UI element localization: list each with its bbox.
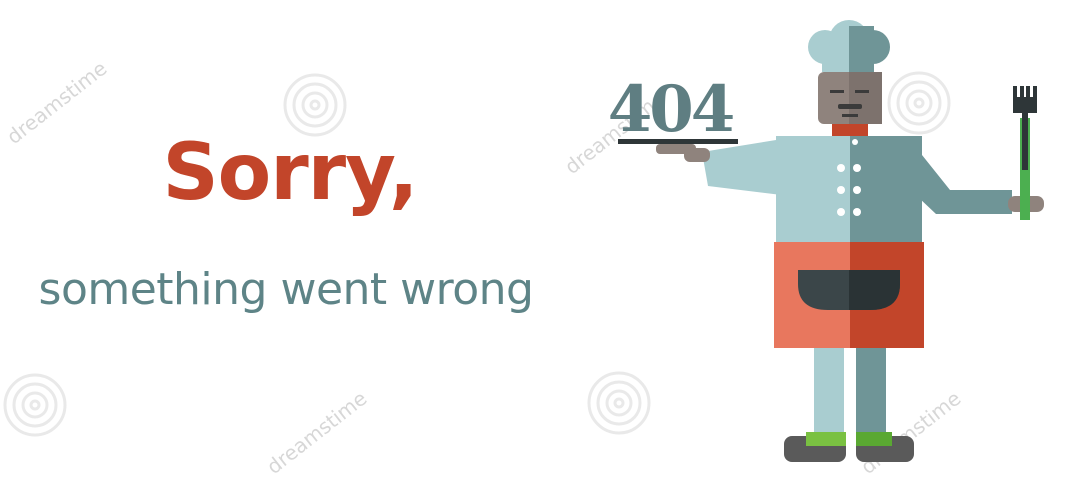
- chef-apron: [774, 242, 924, 348]
- chef-illustration: [618, 20, 1044, 462]
- chef-jacket: [776, 136, 922, 242]
- chef-legs: [814, 348, 886, 432]
- chef-shoes: [784, 432, 914, 462]
- chef-left-arm: [684, 140, 790, 196]
- error-code: 404: [607, 72, 736, 147]
- chef-hat-icon: [808, 20, 890, 72]
- chef-head: [818, 72, 882, 124]
